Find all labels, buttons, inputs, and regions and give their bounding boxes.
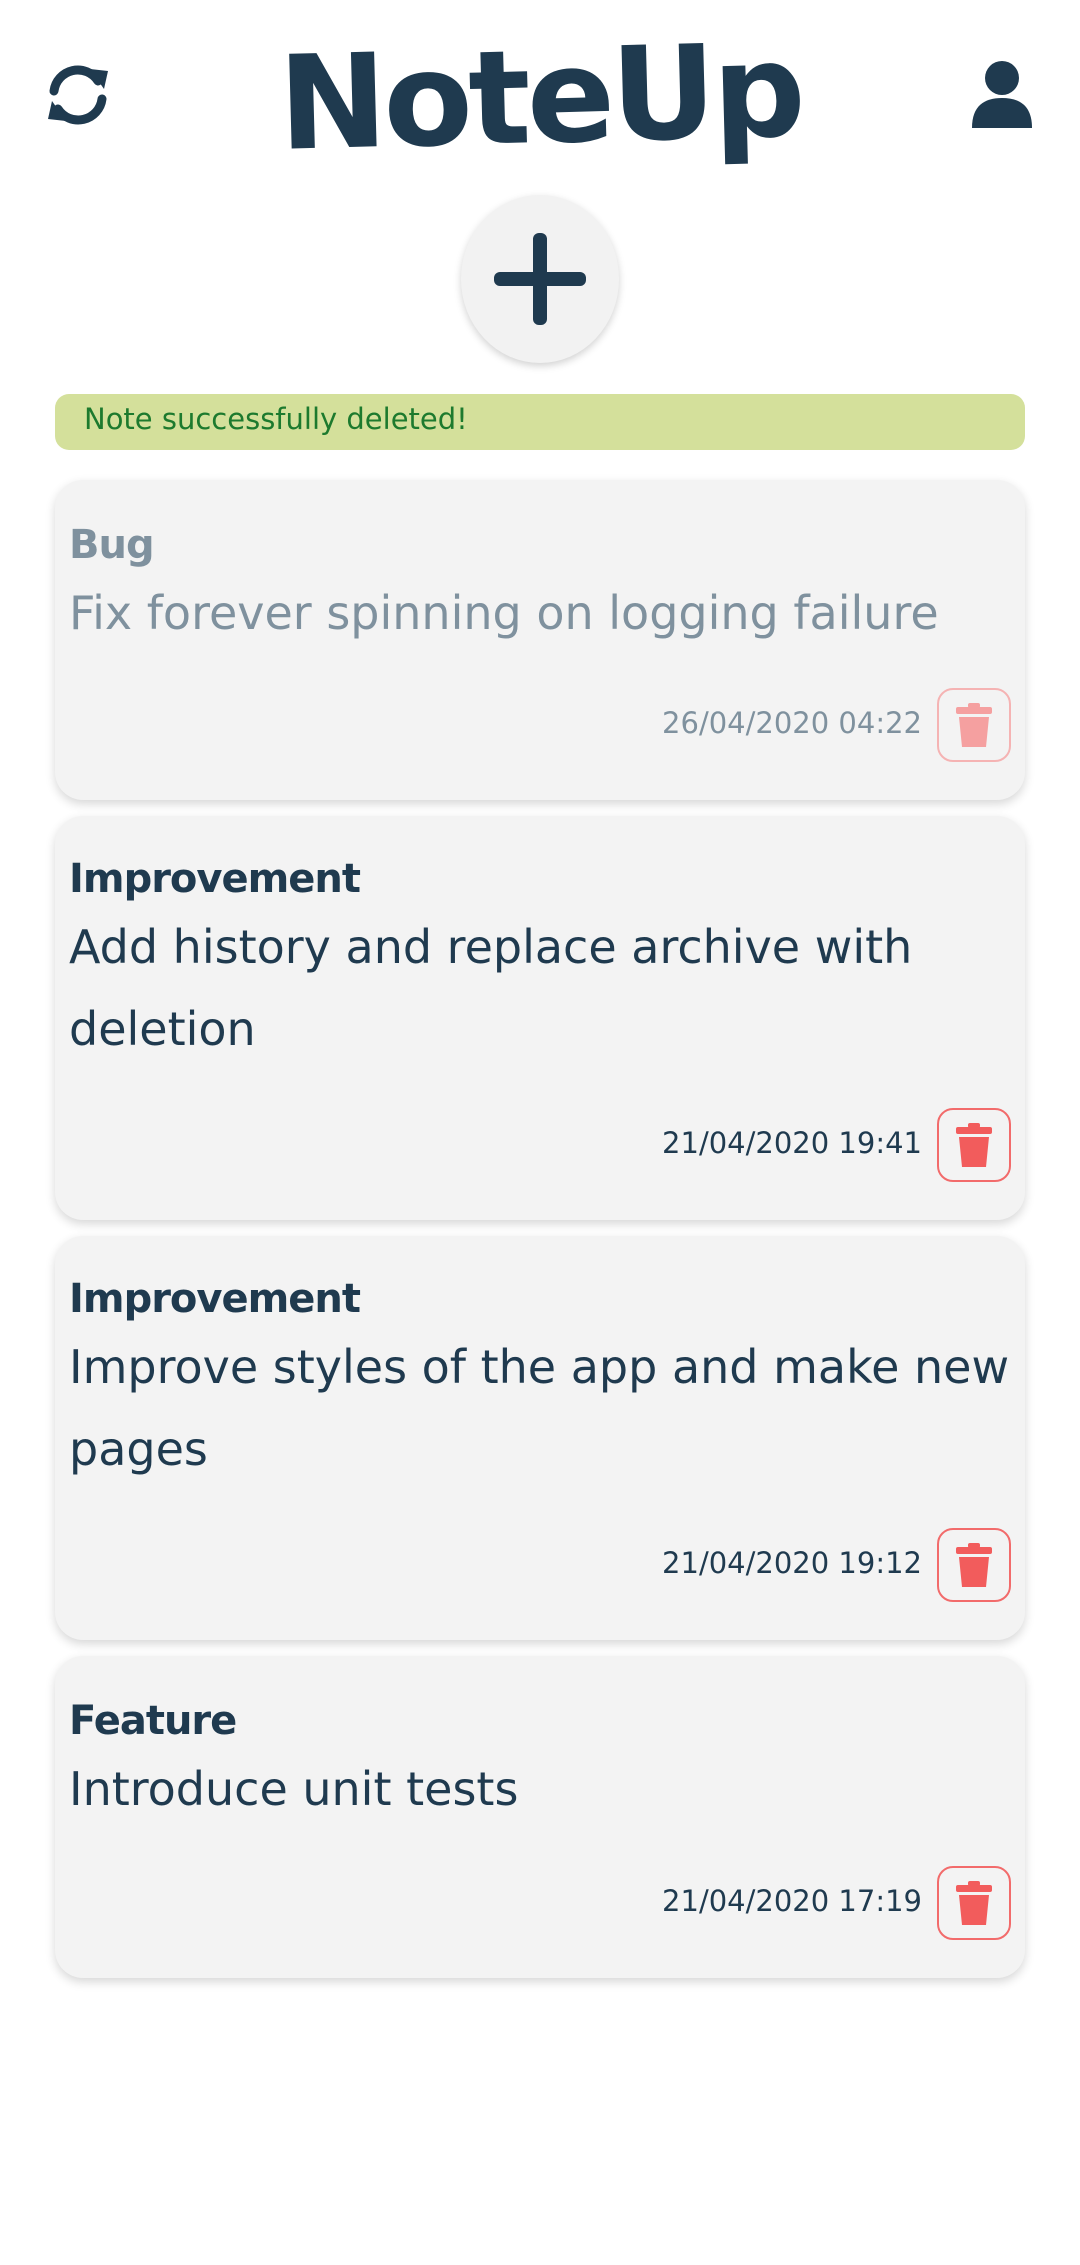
note-date: 21/04/2020 17:19 [662,1884,922,1918]
note-date: 21/04/2020 19:41 [662,1126,922,1160]
note-title: Add history and replace archive with del… [69,920,913,1056]
delete-button[interactable] [937,1866,1011,1940]
add-note-button[interactable] [461,195,619,363]
delete-button[interactable] [937,1528,1011,1602]
note-category: Bug [69,522,155,568]
trash-icon [956,1123,992,1167]
note-date: 21/04/2020 19:12 [662,1546,922,1580]
trash-icon [956,1543,992,1587]
delete-button[interactable] [937,1108,1011,1182]
note-title: Introduce unit tests [69,1762,519,1816]
app-header: NoteUp [0,0,1080,190]
success-toast: Note successfully deleted! [55,394,1025,450]
trash-icon [956,703,992,747]
note-card[interactable]: Improvement Add history and replace arch… [55,816,1025,1220]
note-card[interactable]: Bug Fix forever spinning on logging fail… [55,480,1025,800]
toast-message: Note successfully deleted! [84,402,468,436]
note-card[interactable]: Feature Introduce unit tests 21/04/2020 … [55,1656,1025,1978]
trash-icon [956,1881,992,1925]
notes-list: Bug Fix forever spinning on logging fail… [55,480,1025,1994]
note-title: Improve styles of the app and make new p… [69,1340,1010,1476]
note-category: Feature [69,1698,237,1744]
refresh-icon [48,65,108,125]
app-title: NoteUp [276,14,804,180]
note-date: 26/04/2020 04:22 [662,706,922,740]
note-category: Improvement [69,1276,361,1322]
delete-button[interactable] [937,688,1011,762]
note-card[interactable]: Improvement Improve styles of the app an… [55,1236,1025,1640]
profile-button[interactable] [962,55,1042,135]
refresh-button[interactable] [38,55,118,135]
user-icon [972,61,1032,128]
note-category: Improvement [69,856,361,902]
plus-icon [494,233,586,325]
note-title: Fix forever spinning on logging failure [69,586,939,640]
